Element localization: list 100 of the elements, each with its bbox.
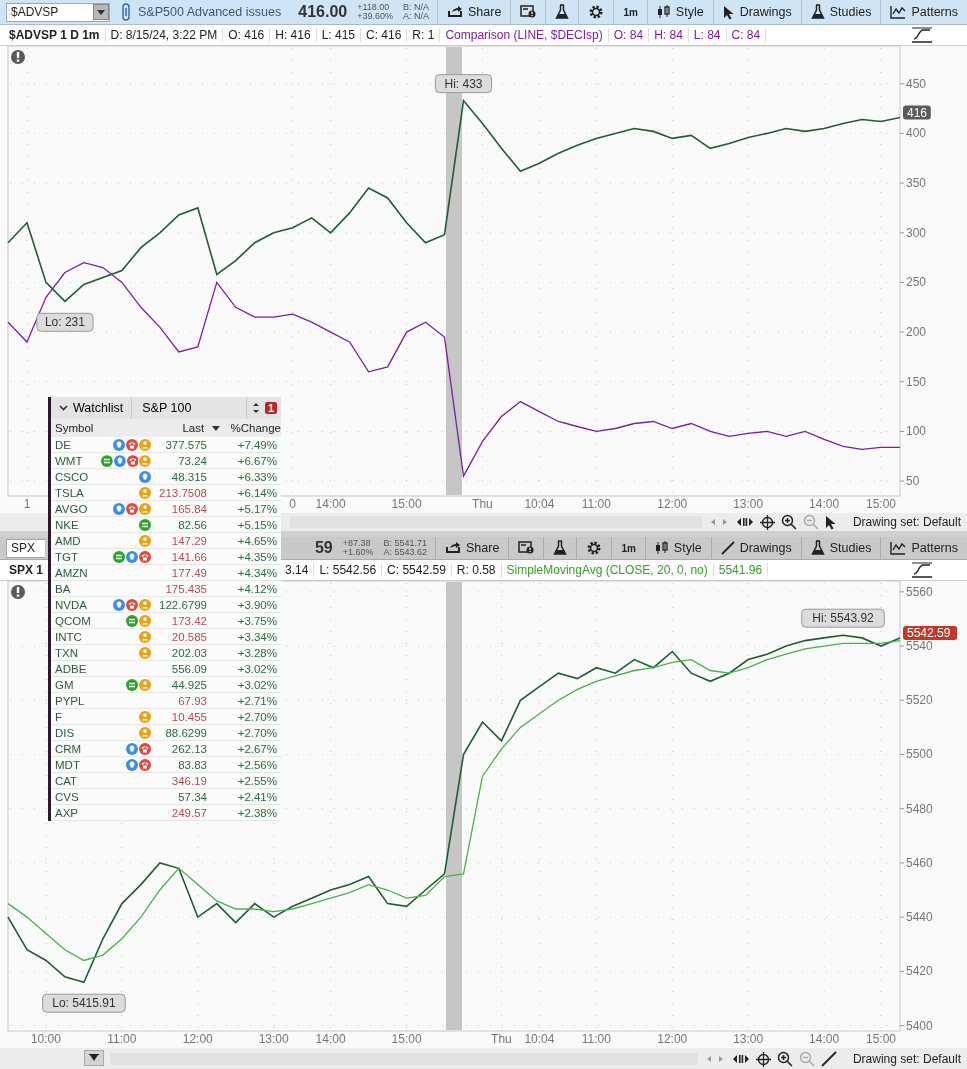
axis-label: 5480 — [906, 801, 933, 816]
alert-icon[interactable] — [11, 585, 25, 599]
alert-badge[interactable]: 1 — [264, 402, 277, 414]
link-icon[interactable] — [122, 3, 130, 21]
last-price-marker: 416 — [903, 105, 931, 120]
symbol-cell[interactable]: GM — [51, 677, 101, 692]
flask-icon — [810, 4, 825, 20]
quote-value: R: 1 — [407, 28, 441, 42]
change-cell-text: +5.17% — [236, 501, 277, 516]
price-cell-text: 147.29 — [170, 533, 207, 548]
pointer-icon — [722, 4, 735, 20]
price-cell-text: 73.24 — [177, 453, 207, 468]
symbol-cell[interactable]: CRM — [51, 741, 101, 756]
symbol-cell[interactable]: INTC — [51, 629, 101, 644]
symbol-cell[interactable]: DE — [51, 437, 101, 452]
line-tool-icon[interactable] — [820, 1051, 837, 1067]
chart-title: SPX 1 — [8, 563, 45, 577]
toolbar-button[interactable]: Style — [646, 0, 713, 24]
symbol-cell[interactable]: F — [51, 709, 101, 724]
axis-label: 5520 — [906, 693, 933, 708]
column-header[interactable]: %Change — [226, 422, 281, 434]
symbol-cell[interactable]: AMD — [51, 533, 101, 548]
axis-label: 200 — [906, 325, 927, 340]
toolbar-button[interactable]: 1m — [611, 537, 645, 559]
column-header[interactable]: Last — [149, 422, 205, 434]
study-value: H: 84 — [649, 28, 689, 42]
symbol-cell[interactable]: CSCO — [51, 469, 101, 484]
symbol-cell[interactable]: TSLA — [51, 485, 101, 500]
alert-icon[interactable] — [11, 50, 25, 64]
toolbar-button[interactable]: Drawings — [710, 537, 801, 559]
percent-change: +1.60% — [342, 548, 374, 557]
toolbar-button[interactable]: 1m — [613, 0, 647, 24]
toolbar-button[interactable]: Patterns — [880, 537, 967, 559]
chart-style-icon[interactable] — [911, 27, 933, 43]
symbol-cell[interactable]: QCOM — [51, 613, 101, 628]
toolbar-button[interactable]: Studies — [800, 537, 881, 559]
quote-value: C: 5542.59 — [382, 563, 452, 577]
symbol-cell[interactable]: AVGO — [51, 501, 101, 516]
axis-label: 300 — [906, 225, 927, 240]
zoom-in-icon[interactable] — [776, 1051, 793, 1067]
toolbar-button[interactable]: Patterns — [880, 0, 967, 24]
chart-style-icon[interactable] — [911, 562, 933, 578]
expand-icon[interactable] — [731, 1053, 750, 1065]
change-cell-text: +2.70% — [236, 709, 277, 724]
chevron-icon — [59, 405, 68, 411]
pointer-icon[interactable] — [824, 514, 837, 530]
change-cell-text: +2.56% — [236, 757, 277, 772]
change-cell-text: +3.02% — [236, 661, 277, 676]
toolbar-button[interactable]: Studies — [800, 0, 881, 24]
axis-label: 14:00 — [315, 1032, 346, 1046]
symbol-cell[interactable]: ADBE — [51, 661, 101, 676]
axis-label: 5400 — [906, 1018, 933, 1033]
symbol-cell[interactable]: MDT — [51, 757, 101, 772]
symbol-cell[interactable]: DIS — [51, 725, 101, 740]
axis-label: 5460 — [906, 855, 933, 870]
toolbar-button[interactable]: Drawings — [712, 0, 801, 24]
crosshair-icon[interactable] — [755, 1051, 771, 1067]
symbol-cell[interactable]: NVDA — [51, 597, 101, 612]
symbol-cell[interactable]: TXN — [51, 645, 101, 660]
flask-icon — [555, 4, 570, 20]
price-cell-text: 177.49 — [170, 565, 207, 580]
symbol-field[interactable]: $ADVSP — [6, 2, 110, 22]
symbol-cell[interactable]: AMZN — [51, 565, 101, 580]
toolbar-button[interactable]: Share — [437, 0, 511, 24]
zoom-in-icon[interactable] — [780, 514, 797, 530]
study-value: Comparison (LINE, $DECIsp) — [440, 28, 609, 42]
symbol-cell[interactable]: BA — [51, 581, 101, 596]
quote-value: H: 416 — [270, 28, 317, 42]
symbol-cell[interactable]: AXP — [51, 805, 101, 820]
symbol-cell[interactable]: WMT — [51, 453, 101, 468]
expand-icon[interactable] — [735, 516, 754, 528]
price-cell-text: 82.56 — [177, 517, 207, 532]
net-change: +87.38 — [342, 539, 372, 548]
symbol-cell[interactable]: CVS — [51, 789, 101, 804]
drawing-set-selector[interactable]: Drawing set: Default — [852, 1052, 961, 1066]
annotation: Hi: 433 — [444, 76, 483, 91]
axis-label: 150 — [906, 374, 927, 389]
crosshair-icon[interactable] — [759, 514, 775, 530]
symbol-field[interactable]: SPX — [6, 538, 45, 558]
price-cell-text: 48.315 — [170, 469, 207, 484]
symbol-cell[interactable]: PYPL — [51, 693, 101, 708]
price-cell-text: 175.435 — [164, 581, 207, 596]
symbol-cell[interactable]: TGT — [51, 549, 101, 564]
symbol-cell[interactable]: NKE — [51, 517, 101, 532]
toolbar-button[interactable]: Style — [644, 537, 711, 559]
change-cell-text: +4.35% — [236, 549, 277, 564]
dropdown-icon[interactable] — [93, 4, 109, 20]
chart-title: $ADVSP 1 D 1m — [4, 28, 106, 42]
price-cell-text: 141.66 — [170, 549, 207, 564]
sort-icon[interactable] — [212, 425, 221, 431]
symbol-cell[interactable]: CAT — [51, 773, 101, 788]
change-cell-text: +6.67% — [236, 453, 277, 468]
bid-price: B: N/A — [403, 3, 429, 12]
column-header[interactable]: Symbol — [51, 422, 150, 434]
axis-label: 100 — [906, 424, 927, 439]
collapse-button[interactable] — [84, 1050, 104, 1066]
drawing-set-selector[interactable]: Drawing set: Default — [852, 515, 961, 529]
candlestick-icon — [654, 541, 669, 555]
toolbar-button[interactable]: Share — [435, 537, 509, 559]
change-cell-text: +6.33% — [236, 469, 277, 484]
